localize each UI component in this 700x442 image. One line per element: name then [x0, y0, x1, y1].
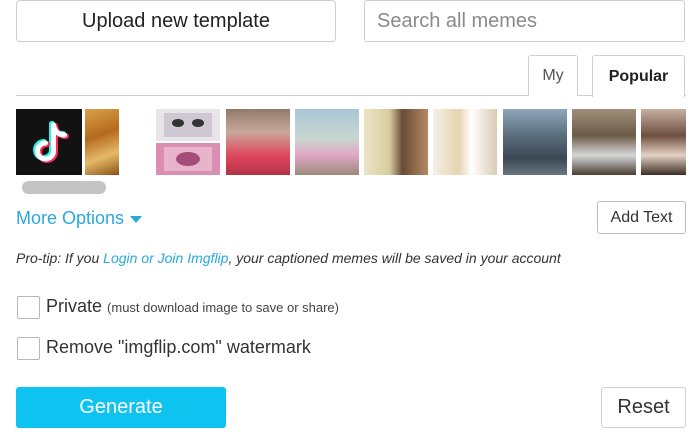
reset-button[interactable]: Reset [601, 387, 686, 428]
tab-divider [16, 95, 686, 96]
add-text-button[interactable]: Add Text [597, 201, 686, 234]
more-options-link[interactable]: More Options [16, 208, 143, 229]
tiktok-logo-icon[interactable] [16, 109, 82, 175]
thumbnail-scrollbar[interactable] [22, 181, 106, 194]
private-label-text: Private [46, 296, 103, 316]
meme-thumbnail-icon[interactable] [295, 109, 359, 175]
meme-thumbnail-icon[interactable] [226, 109, 290, 175]
search-memes-input[interactable] [364, 0, 685, 42]
meme-thumbnail-icon[interactable] [641, 109, 686, 175]
private-label: Private (must download image to save or … [46, 296, 339, 317]
protip-suffix: , your captioned memes will be saved in … [228, 250, 561, 266]
meme-thumbnail-icon[interactable] [85, 109, 119, 175]
caret-down-icon [130, 216, 143, 223]
meme-thumbnail-icon[interactable] [364, 109, 428, 175]
more-options-label: More Options [16, 208, 125, 228]
private-note: (must download image to save or share) [107, 300, 339, 315]
upload-template-button[interactable]: Upload new template [16, 0, 336, 42]
template-thumbnail-strip[interactable] [16, 109, 686, 175]
login-join-link[interactable]: Login or Join Imgflip [103, 250, 228, 266]
generate-button[interactable]: Generate [16, 387, 226, 428]
tab-popular[interactable]: Popular [592, 55, 685, 97]
meme-thumbnail-icon[interactable] [572, 109, 636, 175]
private-checkbox[interactable] [17, 296, 40, 319]
protip-prefix: Pro-tip: If you [16, 250, 104, 266]
meme-thumbnail-icon[interactable] [156, 109, 220, 175]
meme-thumbnail-icon[interactable] [433, 109, 497, 175]
tab-my[interactable]: My [528, 55, 578, 96]
protip-text: Pro-tip: If you Login or Join Imgflip, y… [16, 250, 561, 266]
remove-watermark-checkbox[interactable] [17, 337, 40, 360]
remove-watermark-label: Remove "imgflip.com" watermark [46, 337, 311, 357]
meme-thumbnail-icon[interactable] [503, 109, 567, 175]
